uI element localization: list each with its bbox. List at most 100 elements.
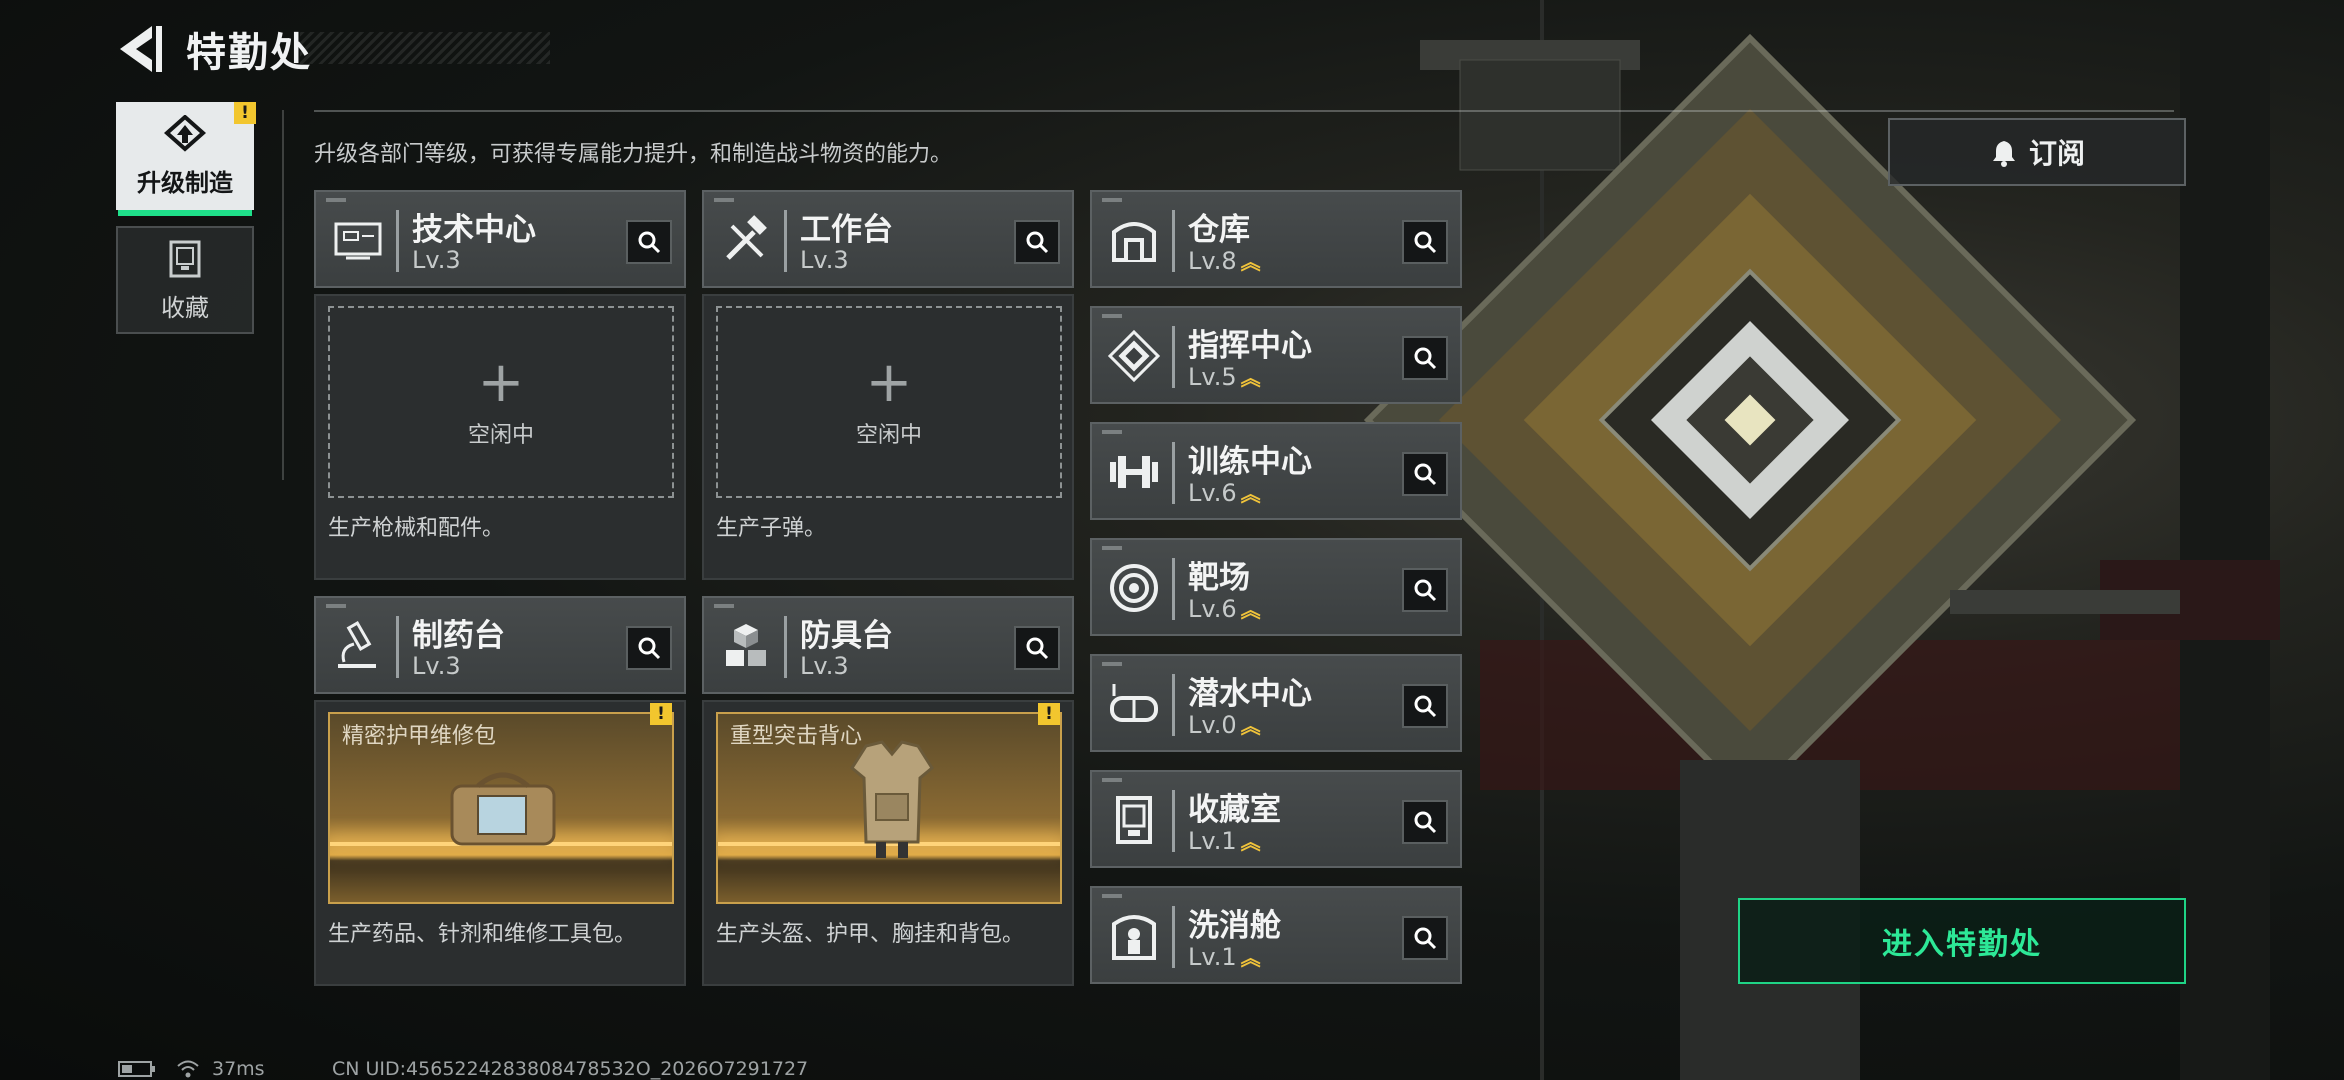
enter-special-ops-button[interactable]: 进入特勤处 xyxy=(1738,898,2186,984)
separator xyxy=(1172,558,1175,620)
facility-card-warehouse[interactable]: 仓库 Lv.8 ︽ xyxy=(1090,190,1462,288)
level-text: Lv.5 xyxy=(1188,363,1237,391)
circuit-board-icon xyxy=(334,222,382,260)
card-tag xyxy=(714,198,734,202)
facility-name: 靶场 xyxy=(1188,560,1250,596)
facility-card-workbench[interactable]: 工作台 Lv.3 xyxy=(702,190,1074,288)
search-button[interactable] xyxy=(1402,452,1448,496)
card-tag xyxy=(1102,430,1122,434)
chip-icon xyxy=(1107,329,1161,383)
production-slot-idle[interactable]: + 空闲中 xyxy=(328,306,674,498)
search-button[interactable] xyxy=(626,626,672,670)
product-name: 精密护甲维修包 xyxy=(342,724,497,749)
facility-level: Lv.0 ︽ xyxy=(1188,710,1261,739)
tab-collection[interactable]: 收藏 xyxy=(116,226,254,334)
upgrade-available-icon: ︽ xyxy=(1240,366,1261,390)
separator xyxy=(396,210,399,272)
separator xyxy=(1172,210,1175,272)
facility-card-training-center[interactable]: 训练中心 Lv.6 ︽ xyxy=(1090,422,1462,520)
facility-card-armor-bench[interactable]: 防具台 Lv.3 xyxy=(702,596,1074,694)
divider xyxy=(314,110,2174,112)
search-button[interactable] xyxy=(1402,684,1448,728)
bell-icon xyxy=(1992,141,2015,167)
production-panel: + 空闲中 生产枪械和配件。 xyxy=(314,294,686,580)
battery-icon xyxy=(118,1061,155,1077)
facility-name: 技术中心 xyxy=(412,212,536,248)
facility-card-shooting-range[interactable]: 靶场 Lv.6 ︽ xyxy=(1090,538,1462,636)
production-description: 生产子弹。 xyxy=(716,516,827,541)
production-description: 生产药品、针剂和维修工具包。 xyxy=(328,922,637,947)
ping-text: 37ms xyxy=(212,1058,265,1080)
facility-card-diving-center[interactable]: 潜水中心 Lv.0 ︽ xyxy=(1090,654,1462,752)
facility-name: 仓库 xyxy=(1188,212,1250,248)
facility-name: 收藏室 xyxy=(1188,792,1281,828)
search-button[interactable] xyxy=(1014,220,1060,264)
facility-card-command-center[interactable]: 指挥中心 Lv.5 ︽ xyxy=(1090,306,1462,404)
production-slot-active[interactable]: 精密护甲维修包 xyxy=(328,712,674,904)
production-slot-active[interactable]: 重型突击背心 xyxy=(716,712,1062,904)
search-button[interactable] xyxy=(1402,916,1448,960)
warning-badge: ! xyxy=(650,703,672,725)
subscribe-button[interactable]: 订阅 xyxy=(1888,118,2186,186)
search-button[interactable] xyxy=(1014,626,1060,670)
level-text: Lv.0 xyxy=(1188,711,1237,739)
facility-card-collection-room[interactable]: 收藏室 Lv.1 ︽ xyxy=(1090,770,1462,868)
facility-name: 防具台 xyxy=(800,618,893,654)
back-arrow-icon[interactable] xyxy=(112,20,166,78)
facility-level: Lv.3 xyxy=(800,246,849,274)
search-button[interactable] xyxy=(1402,800,1448,844)
production-slot-idle[interactable]: + 空闲中 xyxy=(716,306,1062,498)
card-tag xyxy=(1102,894,1122,898)
active-tab-indicator xyxy=(118,210,252,216)
production-panel: 重型突击背心 生产头盔、护甲、胸挂和背包。 xyxy=(702,700,1074,986)
search-icon xyxy=(1026,231,1049,254)
facility-name: 制药台 xyxy=(412,618,505,654)
facility-card-pharmacy[interactable]: 制药台 Lv.3 xyxy=(314,596,686,694)
separator xyxy=(1172,674,1175,736)
card-tag xyxy=(1102,546,1122,550)
product-name: 重型突击背心 xyxy=(730,724,863,749)
search-icon xyxy=(1414,579,1437,602)
separator xyxy=(784,616,787,678)
production-description: 生产枪械和配件。 xyxy=(328,516,505,541)
title-decoration xyxy=(300,32,550,64)
search-icon xyxy=(1414,927,1437,950)
tab-collection-label: 收藏 xyxy=(161,293,209,322)
status-bar: 37ms CN UID:4565224283808478532O_2026O72… xyxy=(118,1058,808,1080)
assault-vest-item-image xyxy=(850,740,934,858)
facility-card-decon-chamber[interactable]: 洗消舱 Lv.1 ︽ xyxy=(1090,886,1462,984)
card-tag xyxy=(1102,662,1122,666)
decon-chamber-icon xyxy=(1112,915,1156,960)
search-icon xyxy=(638,231,661,254)
separator xyxy=(1172,326,1175,388)
level-text: Lv.6 xyxy=(1188,479,1237,507)
repair-kit-item-image xyxy=(450,772,556,846)
search-button[interactable] xyxy=(1402,336,1448,380)
search-icon xyxy=(1414,695,1437,718)
uid-text: CN UID:4565224283808478532O_2026O7291727 xyxy=(332,1058,809,1080)
search-button[interactable] xyxy=(1402,220,1448,264)
plus-icon: + xyxy=(865,350,913,415)
separator xyxy=(1172,442,1175,504)
level-text: Lv.6 xyxy=(1188,595,1237,623)
facility-level: Lv.3 xyxy=(412,652,461,680)
search-icon xyxy=(1414,463,1437,486)
collection-icon xyxy=(169,240,201,277)
upgrade-available-icon: ︽ xyxy=(1240,714,1261,738)
production-panel: 精密护甲维修包 生产药品、针剂和维修工具包。 xyxy=(314,700,686,986)
separator xyxy=(396,616,399,678)
facility-level: Lv.8 ︽ xyxy=(1188,246,1261,275)
tab-upgrade-craft-label: 升级制造 xyxy=(137,168,233,197)
upgrade-available-icon: ︽ xyxy=(1240,482,1261,506)
warning-badge: ! xyxy=(234,102,256,124)
search-button[interactable] xyxy=(626,220,672,264)
upgrade-available-icon: ︽ xyxy=(1240,830,1261,854)
facility-name: 指挥中心 xyxy=(1188,328,1312,364)
search-button[interactable] xyxy=(1402,568,1448,612)
card-tag xyxy=(714,604,734,608)
facility-card-tech-center[interactable]: 技术中心 Lv.3 xyxy=(314,190,686,288)
boxes-icon xyxy=(726,624,766,666)
page-description: 升级各部门等级，可获得专属能力提升，和制造战斗物资的能力。 xyxy=(314,142,953,167)
warning-badge: ! xyxy=(1038,703,1060,725)
search-icon xyxy=(1414,811,1437,834)
